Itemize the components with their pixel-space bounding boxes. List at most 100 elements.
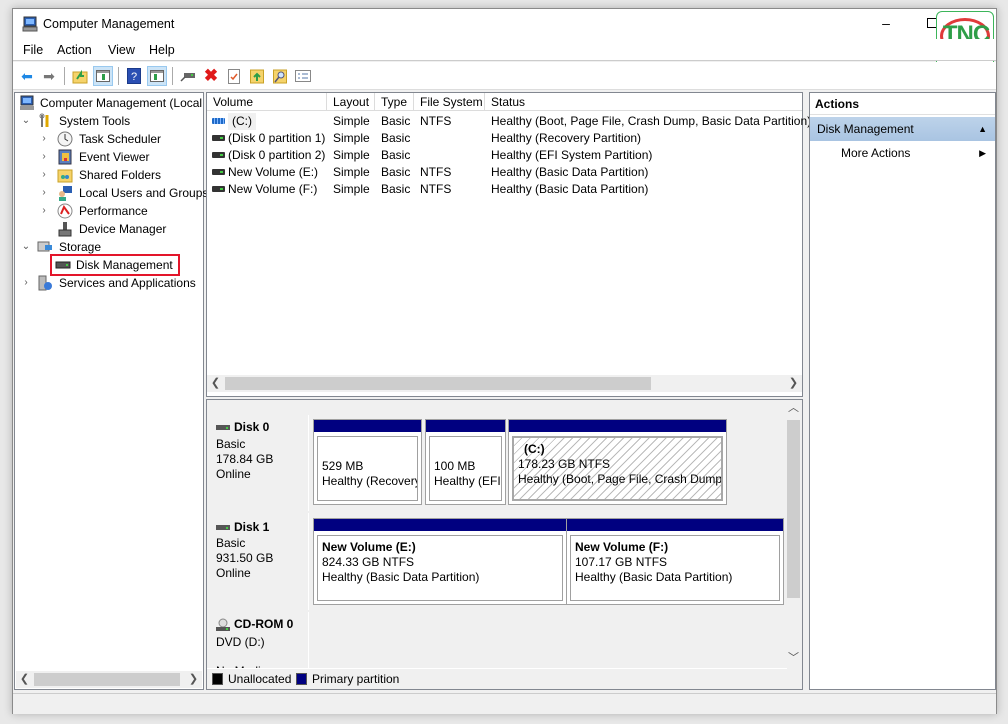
partition-body: New Volume (E:) 824.33 GB NTFS Healthy (… [317,535,563,601]
show-hide-console-tree-icon[interactable] [93,66,113,86]
cdrom-0-label[interactable]: CD-ROM 0 DVD (D:) No Media [209,612,309,678]
table-row[interactable]: New Volume (E:) Simple Basic NTFS Health… [207,164,802,181]
tree-item-task-scheduler[interactable]: › Task Scheduler [19,130,205,148]
menu-view[interactable]: View [108,43,135,57]
menu-action[interactable]: Action [57,43,92,57]
help-icon[interactable]: ? [124,66,144,86]
partition-e[interactable]: New Volume (E:) 824.33 GB NTFS Healthy (… [313,518,567,605]
actions-header: Actions [810,93,995,115]
legend-label: Primary partition [312,672,400,686]
column-header-type[interactable]: Type [375,93,414,111]
disk-name: Disk 1 [234,520,270,534]
export-icon[interactable] [247,66,267,86]
menu-file[interactable]: File [23,43,43,57]
disk-drive-icon [216,524,230,530]
tree-item-computer-management[interactable]: Computer Management (Local [19,94,205,112]
action-label: More Actions [841,146,911,160]
tree-horizontal-scrollbar[interactable]: ❮ ❯ [16,671,202,688]
partition-efi[interactable]: 100 MB Healthy (EFI [425,419,506,505]
chevron-right-icon[interactable]: › [39,148,49,166]
disk-type: Basic [216,437,246,451]
tree-item-system-tools[interactable]: ⌄ System Tools [19,112,205,130]
disk-1-label[interactable]: Disk 1 Basic 931.50 GB Online [209,513,309,610]
collapse-triangle-icon[interactable]: ▲ [978,117,987,141]
scroll-down-arrow-icon[interactable]: ﹀ [785,650,802,667]
chevron-right-icon[interactable]: › [39,166,49,184]
computer-management-icon [22,16,38,32]
shared-folder-icon [57,169,73,183]
find-icon[interactable] [270,66,290,86]
tree-item-device-manager[interactable]: Device Manager [19,220,205,238]
disk-name: CD-ROM 0 [234,617,294,631]
partition-status: Healthy (Recovery [322,474,418,488]
disk-state: Online [216,566,251,580]
forward-arrow-icon[interactable]: ➡ [39,66,59,86]
partition-size: 529 MB [322,459,364,473]
actions-section-disk-management[interactable]: Disk Management ▲ [810,117,995,141]
action-more-actions[interactable]: More Actions ▶ [810,142,995,164]
tree-item-services-applications[interactable]: › Services and Applications [19,274,205,292]
primary-partition-bar [314,519,566,531]
connect-drive-icon[interactable] [178,66,198,86]
tree-item-local-users-groups[interactable]: › Local Users and Groups [19,184,208,202]
chevron-down-icon[interactable]: ⌄ [21,238,31,256]
chevron-right-icon[interactable]: › [21,274,31,292]
chevron-right-icon[interactable]: › [39,184,49,202]
partition-f[interactable]: New Volume (F:) 107.17 GB NTFS Healthy (… [566,518,784,605]
list-horizontal-scrollbar[interactable]: ❮ ❯ [207,375,802,392]
column-header-file-system[interactable]: File System [414,93,485,111]
scroll-up-arrow-icon[interactable]: ︿ [785,400,802,417]
table-row[interactable]: New Volume (F:) Simple Basic NTFS Health… [207,181,802,198]
delete-icon[interactable]: ✖ [201,66,221,86]
scroll-right-arrow-icon[interactable]: ❯ [785,375,802,392]
graph-vertical-scrollbar[interactable]: ︿ ﹀ [785,400,802,668]
column-header-volume[interactable]: Volume [207,93,327,111]
toolbar: ⬅ ➡ ? ✖ [13,62,996,90]
tree-item-shared-folders[interactable]: › Shared Folders [19,166,205,184]
scrollbar-thumb[interactable] [34,673,180,686]
chevron-right-icon[interactable]: › [39,202,49,220]
scrollbar-thumb[interactable] [225,377,651,390]
disk-graphical-view: Disk 0 Basic 178.84 GB Online 529 MB Hea… [206,399,803,690]
actions-pane: Actions Disk Management ▲ More Actions ▶ [809,92,996,690]
settings-list-icon[interactable] [293,66,313,86]
menu-help[interactable]: Help [149,43,175,57]
tree-item-label: Task Scheduler [79,132,162,146]
column-header-layout[interactable]: Layout [327,93,375,111]
legend-swatch-unallocated [212,673,223,685]
tree-item-storage[interactable]: ⌄ Storage [19,238,205,256]
minimize-button[interactable]: – [871,13,901,35]
disk-state: Online [216,467,251,481]
section-label: Disk Management [817,122,914,136]
chevron-down-icon[interactable]: ⌄ [21,112,31,130]
back-arrow-icon[interactable]: ⬅ [17,66,37,86]
tree-item-event-viewer[interactable]: › Event Viewer [19,148,205,166]
scroll-right-arrow-icon[interactable]: ❯ [185,671,202,688]
tree-item-performance[interactable]: › Performance [19,202,205,220]
svg-text:?: ? [131,71,137,83]
disk-0-label[interactable]: Disk 0 Basic 178.84 GB Online [209,415,309,511]
column-header-status[interactable]: Status [485,93,802,111]
scroll-left-arrow-icon[interactable]: ❮ [207,375,224,392]
partition-size: 178.23 GB NTFS [518,457,611,471]
tree-item-disk-management[interactable]: Disk Management [50,254,180,276]
cell-volume: New Volume (F:) [228,182,318,196]
table-row[interactable]: (Disk 0 partition 2) Simple Basic Health… [207,147,802,164]
partition-c-selected[interactable]: (C:) 178.23 GB NTFS Healthy (Boot, Page … [508,419,727,505]
partition-recovery[interactable]: 529 MB Healthy (Recovery [313,419,422,505]
disk-name: Disk 0 [234,420,270,434]
properties-icon[interactable] [224,66,244,86]
title-bar: Computer Management – ✕ TNC COMPUTER [13,9,996,71]
tree-item-label: Device Manager [79,222,167,236]
chevron-right-icon[interactable]: › [39,130,49,148]
volume-icon [212,186,225,192]
table-row[interactable]: (C:) Simple Basic NTFS Healthy (Boot, Pa… [207,113,811,130]
cell-layout: Simple [333,165,370,179]
table-row[interactable]: (Disk 0 partition 1) Simple Basic Health… [207,130,802,147]
show-hide-action-pane-icon[interactable] [147,66,167,86]
up-folder-icon[interactable] [70,66,90,86]
computer-management-icon [20,95,34,110]
cell-type: Basic [381,148,411,162]
scrollbar-thumb[interactable] [787,420,800,598]
scroll-left-arrow-icon[interactable]: ❮ [16,671,33,688]
